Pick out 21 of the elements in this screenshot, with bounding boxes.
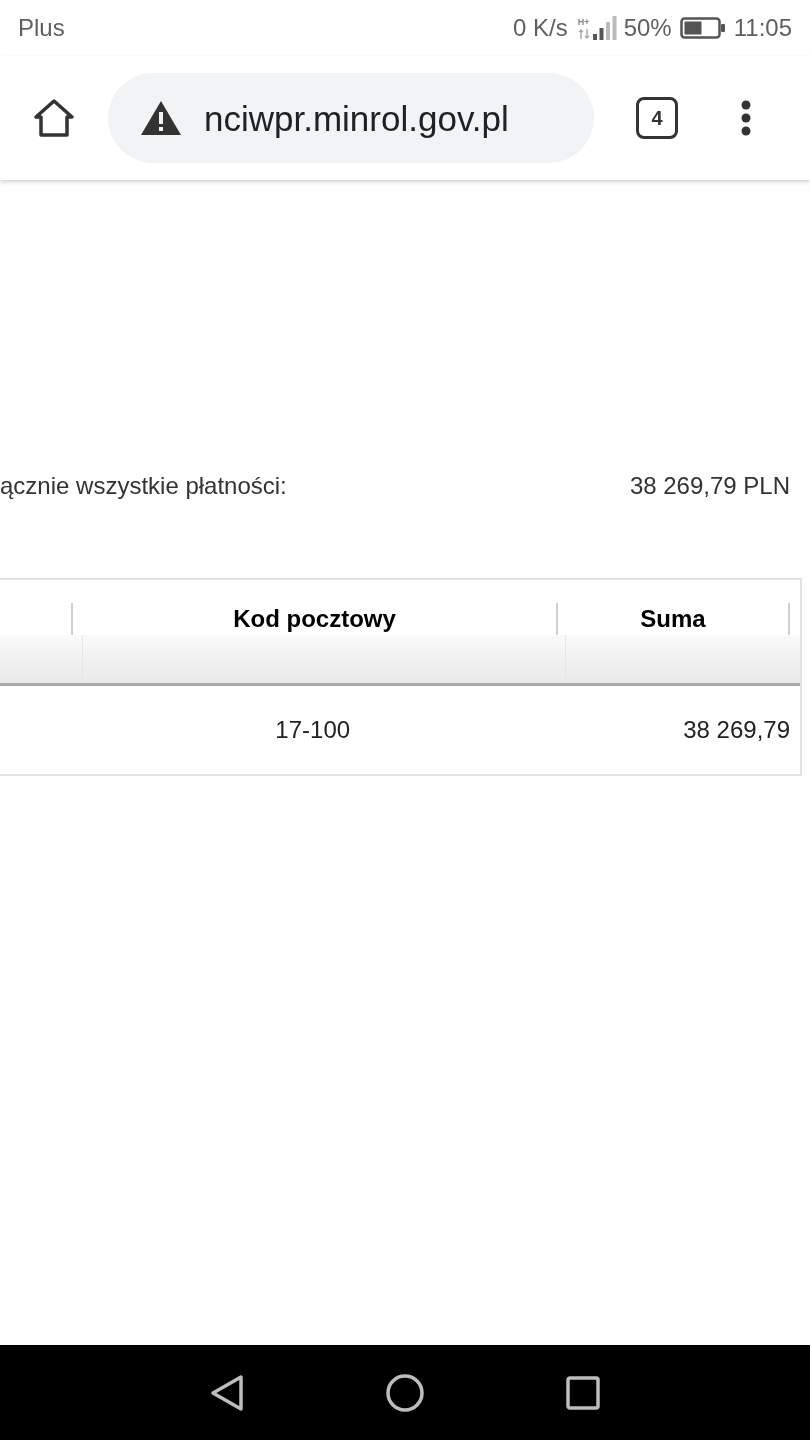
back-icon[interactable]	[210, 1373, 244, 1412]
tab-switcher-button[interactable]: 4	[636, 97, 678, 139]
carrier-name: Plus	[18, 13, 65, 43]
url-text: nciwpr.minrol.gov.pl	[204, 100, 509, 136]
warning-icon[interactable]	[140, 100, 182, 136]
signal-icon	[591, 15, 618, 41]
more-vertical-icon	[741, 100, 751, 136]
clock-time: 11:05	[733, 13, 792, 43]
table-cell-text: 17-100	[274, 715, 352, 745]
battery-percent: 50%	[623, 13, 672, 43]
recents-icon[interactable]	[566, 1375, 600, 1410]
summary-value: 38 269,79 PLN	[629, 471, 790, 501]
summary-label: ącznie wszystkie płatności:	[0, 471, 287, 501]
nav-home-icon[interactable]	[386, 1373, 424, 1412]
battery-icon	[679, 17, 726, 39]
home-icon	[33, 98, 75, 138]
table-cell-text: 38 269,79	[682, 715, 791, 745]
data-arrows-icon	[577, 29, 590, 39]
network-type: H+	[577, 17, 590, 27]
address-bar[interactable]: nciwpr.minrol.gov.pl	[108, 73, 594, 163]
network-speed: 0 K/s	[512, 13, 568, 43]
